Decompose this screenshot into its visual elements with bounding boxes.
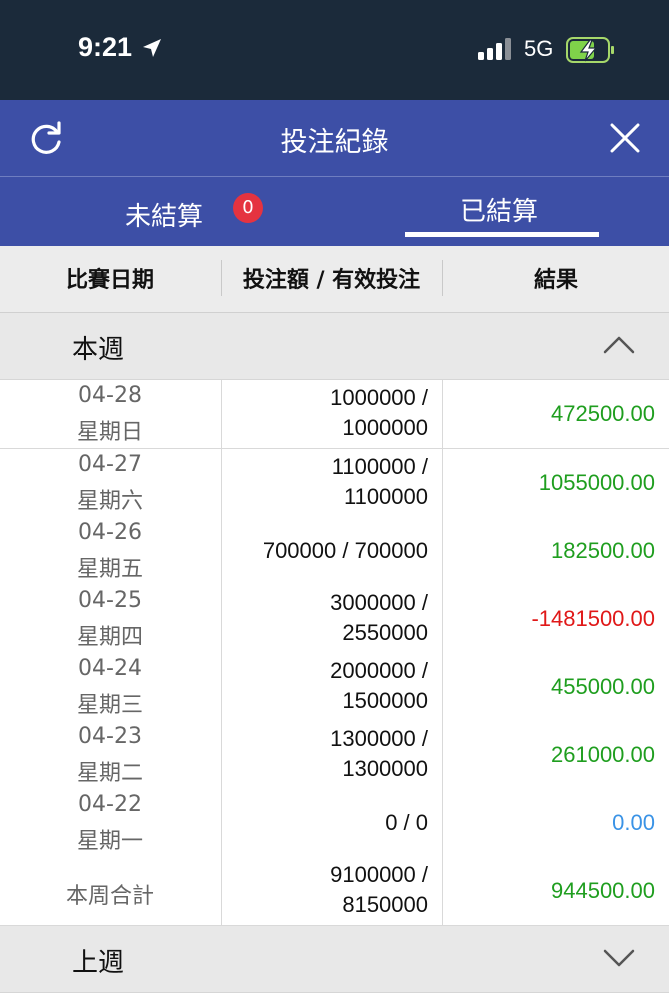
total-valid-bet: 8150000 — [342, 892, 428, 917]
row-date: 04-23 — [78, 724, 142, 749]
row-result: 472500.00 — [551, 401, 655, 426]
table-row[interactable]: 04-23 星期二 1300000 / 1300000 261000.00 — [0, 721, 669, 790]
row-valid-bet: 1300000 — [342, 756, 428, 781]
row-date: 04-28 — [78, 383, 142, 408]
row-valid-bet: 1100000 — [343, 484, 428, 509]
close-icon[interactable] — [607, 120, 643, 156]
row-result: -1481500.00 — [531, 606, 655, 631]
row-bet-amount: 1100000 / — [331, 454, 428, 479]
column-header-result: 結果 — [533, 268, 578, 293]
section-label: 本週 — [72, 335, 125, 365]
row-bet-amount: 2000000 / — [330, 658, 428, 683]
row-weekday: 星期五 — [76, 557, 143, 582]
table-header: 比賽日期 投注額 / 有效投注 結果 — [0, 246, 669, 313]
chevron-up-icon[interactable] — [603, 335, 635, 355]
row-valid-bet: 2550000 — [342, 620, 428, 645]
chevron-down-icon[interactable] — [603, 948, 635, 968]
table-row[interactable]: 04-24 星期三 2000000 / 1500000 455000.00 — [0, 653, 669, 722]
row-date: 04-22 — [78, 792, 142, 817]
tab-bar: 未結算 0 已結算 — [0, 176, 669, 247]
row-weekday: 星期日 — [76, 420, 143, 445]
unsettled-count-badge: 0 — [233, 193, 263, 223]
battery-charging-icon — [566, 37, 614, 63]
row-result: 455000.00 — [551, 674, 655, 699]
page-title: 投注紀錄 — [280, 127, 389, 158]
app-header: 投注紀錄 — [0, 100, 669, 176]
row-date: 04-26 — [78, 520, 142, 545]
row-bet-amount: 0 / 0 — [385, 810, 428, 835]
total-label: 本周合計 — [65, 884, 154, 909]
table-row[interactable]: 04-22 星期一 0 / 0 0.00 — [0, 789, 669, 858]
total-bet-amount: 9100000 / — [330, 862, 428, 887]
row-valid-bet: 1000000 — [342, 415, 428, 440]
row-date: 04-24 — [78, 656, 142, 681]
status-time: 9:21 — [78, 32, 133, 62]
table-row[interactable]: 04-28 星期日 1000000 / 1000000 472500.00 — [0, 380, 669, 449]
row-date: 04-25 — [78, 588, 142, 613]
row-bet-amount: 700000 / 700000 — [262, 538, 428, 563]
table-row[interactable]: 04-27 星期六 1100000 / 1100000 1055000.00 — [0, 449, 669, 518]
section-label: 上週 — [72, 948, 125, 978]
row-bet-amount: 1000000 / — [330, 385, 428, 410]
total-result: 944500.00 — [551, 878, 655, 903]
row-weekday: 星期三 — [76, 693, 143, 718]
row-result: 0.00 — [612, 810, 655, 835]
row-date: 04-27 — [78, 452, 142, 477]
column-header-date: 比賽日期 — [65, 268, 154, 293]
row-valid-bet: 1500000 — [342, 688, 428, 713]
table-row[interactable]: 04-25 星期四 3000000 / 2550000 -1481500.00 — [0, 585, 669, 654]
row-weekday: 星期四 — [76, 625, 143, 650]
section-this-week[interactable]: 本週 — [0, 313, 669, 380]
row-weekday: 星期六 — [76, 489, 143, 514]
table-row[interactable]: 04-26 星期五 700000 / 700000 182500.00 — [0, 517, 669, 586]
active-tab-indicator — [405, 232, 599, 237]
row-result: 261000.00 — [551, 742, 655, 767]
row-result: 182500.00 — [551, 538, 655, 563]
row-bet-amount: 1300000 / — [330, 726, 428, 751]
row-weekday: 星期一 — [76, 829, 143, 854]
network-type: 5G — [524, 36, 554, 61]
total-row: 本周合計 9100000 / 8150000 944500.00 — [0, 857, 669, 926]
cellular-signal-icon — [478, 38, 511, 60]
row-bet-amount: 3000000 / — [330, 590, 428, 615]
column-header-bet: 投注額 / 有效投注 — [242, 268, 421, 293]
section-last-week[interactable]: 上週 — [0, 926, 669, 993]
row-weekday: 星期二 — [76, 761, 143, 786]
location-arrow-icon — [143, 39, 161, 57]
status-bar: 9:21 5G — [0, 0, 669, 100]
row-result: 1055000.00 — [538, 470, 655, 495]
